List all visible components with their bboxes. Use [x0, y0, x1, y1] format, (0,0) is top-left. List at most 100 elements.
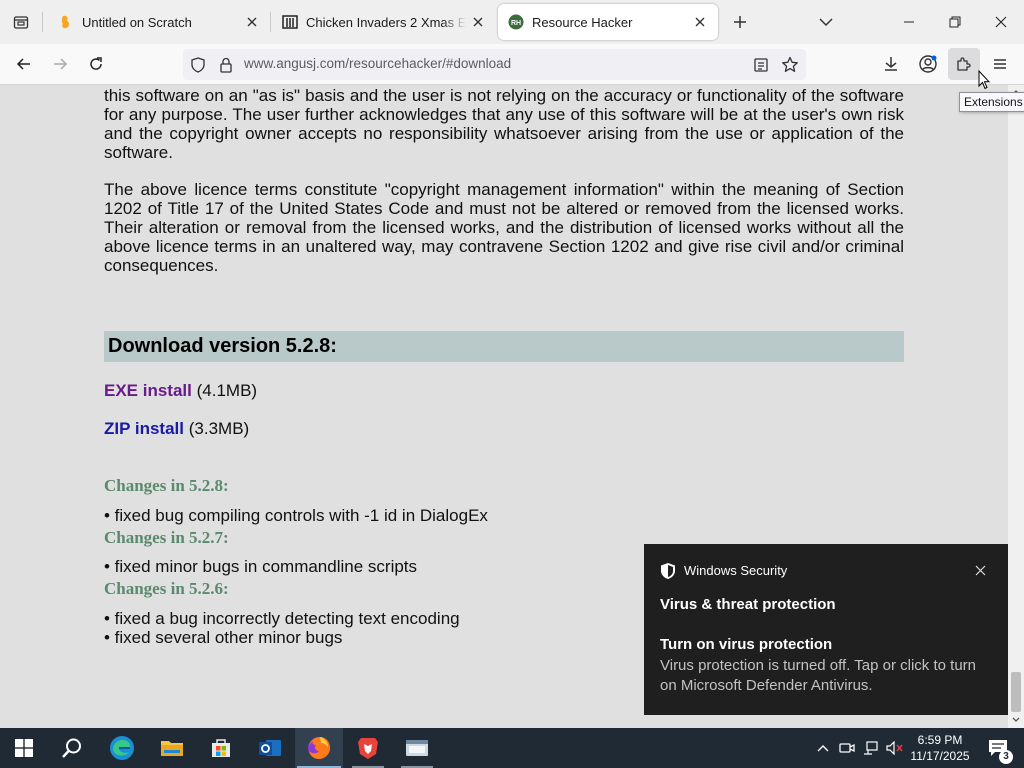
list-all-tabs-button[interactable] — [812, 0, 840, 44]
change-item: • fixed bug compiling controls with -1 i… — [104, 506, 488, 525]
minimize-button[interactable] — [886, 0, 932, 44]
new-tab-button[interactable] — [726, 0, 754, 44]
navigation-toolbar: www.angusj.com/resourcehacker/#download — [0, 44, 1024, 85]
search-icon — [62, 738, 81, 758]
licence-cmi-paragraph: The above licence terms constitute "copy… — [104, 180, 904, 275]
show-hidden-icons-button[interactable] — [812, 728, 834, 768]
tab-chicken-invaders[interactable]: Chicken Invaders 2 Xmas Edition — [272, 4, 496, 40]
url-text[interactable]: www.angusj.com/resourcehacker/#download — [244, 56, 511, 71]
extensions-button[interactable] — [948, 48, 980, 80]
windows-security-notification[interactable]: Windows Security Virus & threat protecti… — [644, 544, 1008, 715]
tab-separator — [42, 12, 43, 32]
changes-heading: Changes in 5.2.8: — [104, 476, 229, 495]
clock-date: 11/17/2025 — [910, 749, 970, 763]
taskbar-microsoft-store[interactable] — [197, 728, 245, 768]
network-icon — [864, 741, 878, 755]
changes-heading: Changes in 5.2.6: — [104, 579, 229, 598]
notification-center-button[interactable]: 3 — [980, 728, 1016, 768]
page-scrollbar[interactable] — [1008, 85, 1024, 728]
zip-download-row: ZIP install (3.3MB) — [104, 419, 249, 439]
zip-install-link[interactable]: ZIP install — [104, 419, 184, 438]
notification-count-badge: 3 — [999, 750, 1013, 764]
download-heading: Download version 5.2.8: — [104, 331, 904, 362]
clock-time: 6:59 PM — [917, 733, 963, 747]
windows-security-shield-icon — [661, 563, 675, 579]
tab-resource-hacker[interactable]: RH Resource Hacker — [498, 4, 718, 40]
extensions-tooltip: Extensions — [959, 92, 1024, 112]
tray-volume-muted[interactable] — [884, 728, 906, 768]
account-icon — [919, 55, 937, 73]
search-button[interactable] — [48, 728, 96, 768]
windows-logo-icon — [15, 739, 33, 757]
taskbar-resource-hacker-app[interactable] — [393, 728, 441, 768]
restore-icon — [949, 16, 961, 28]
forward-button[interactable] — [44, 48, 76, 80]
notification-close-button[interactable] — [970, 560, 990, 580]
mouse-cursor-icon — [978, 70, 990, 90]
licence-paragraph-end: this software on an "as is" basis and th… — [104, 86, 904, 162]
tray-meet-now[interactable] — [836, 728, 858, 768]
lock-icon[interactable] — [216, 55, 236, 75]
tab-scratch[interactable]: Untitled on Scratch — [48, 4, 270, 40]
url-bar[interactable]: www.angusj.com/resourcehacker/#download — [183, 49, 806, 80]
tab-bar: Untitled on Scratch Chicken Invaders 2 X… — [0, 0, 1024, 44]
taskbar-clock[interactable]: 6:59 PM 11/17/2025 — [906, 732, 974, 764]
close-tab-icon[interactable] — [244, 14, 260, 30]
close-icon — [975, 565, 985, 575]
bookmark-star-icon[interactable] — [780, 55, 800, 75]
application-window-icon — [406, 740, 428, 756]
scratch-favicon-icon — [58, 14, 74, 30]
account-button[interactable] — [912, 48, 944, 80]
scroll-down-arrow-icon[interactable] — [1008, 713, 1024, 727]
chevron-down-icon — [819, 18, 833, 27]
download-icon — [885, 57, 897, 71]
restore-button[interactable] — [932, 0, 978, 44]
notification-app-name: Windows Security — [684, 563, 788, 578]
downloads-button[interactable] — [875, 48, 907, 80]
zip-size: (3.3MB) — [188, 419, 250, 438]
tab-title: Resource Hacker — [532, 14, 633, 30]
puzzle-piece-icon — [957, 57, 971, 71]
brave-lion-icon — [358, 738, 378, 759]
windows-taskbar: 6:59 PM 11/17/2025 3 — [0, 728, 1024, 768]
exe-download-row: EXE install (4.1MB) — [104, 381, 257, 401]
firefox-icon — [308, 737, 330, 759]
change-item: • fixed minor bugs in commandline script… — [104, 557, 418, 576]
taskbar-outlook[interactable] — [246, 728, 294, 768]
chevron-up-icon — [817, 745, 829, 752]
building-favicon-icon — [282, 14, 298, 30]
edge-browser-icon — [110, 736, 134, 760]
close-tab-icon[interactable] — [692, 14, 708, 30]
exe-size: (4.1MB) — [196, 381, 258, 400]
back-button[interactable] — [8, 48, 40, 80]
tracking-protection-shield-icon[interactable] — [188, 55, 208, 75]
taskbar-file-explorer[interactable] — [148, 728, 196, 768]
scrollbar-thumb[interactable] — [1011, 672, 1021, 712]
reload-icon — [90, 57, 102, 70]
reader-view-icon[interactable] — [751, 55, 771, 75]
tray-network[interactable] — [860, 728, 882, 768]
exe-install-link[interactable]: EXE install — [104, 381, 192, 400]
start-button[interactable] — [0, 728, 48, 768]
changes-heading: Changes in 5.2.7: — [104, 528, 229, 547]
camera-icon — [839, 743, 855, 753]
plus-icon — [734, 16, 746, 28]
taskbar-brave[interactable] — [344, 728, 392, 768]
hamburger-menu-icon — [994, 59, 1006, 69]
notification-title: Virus & threat protection — [660, 596, 836, 613]
tab-title: Untitled on Scratch — [82, 14, 192, 30]
taskbar-edge[interactable] — [98, 728, 146, 768]
tab-separator — [270, 12, 271, 32]
close-tab-icon[interactable] — [470, 14, 486, 30]
svg-text:RH: RH — [511, 20, 521, 27]
taskbar-firefox[interactable] — [295, 728, 343, 768]
arrow-right-icon — [54, 58, 68, 70]
microsoft-store-icon — [212, 739, 230, 757]
close-window-button[interactable] — [978, 0, 1024, 44]
notification-body: Virus protection is turned off. Tap or c… — [660, 657, 976, 694]
reload-button[interactable] — [80, 48, 112, 80]
speaker-muted-icon — [886, 741, 903, 755]
outlook-icon — [259, 740, 281, 756]
tab-list-button[interactable] — [0, 0, 42, 44]
file-explorer-folder-icon — [161, 741, 183, 756]
